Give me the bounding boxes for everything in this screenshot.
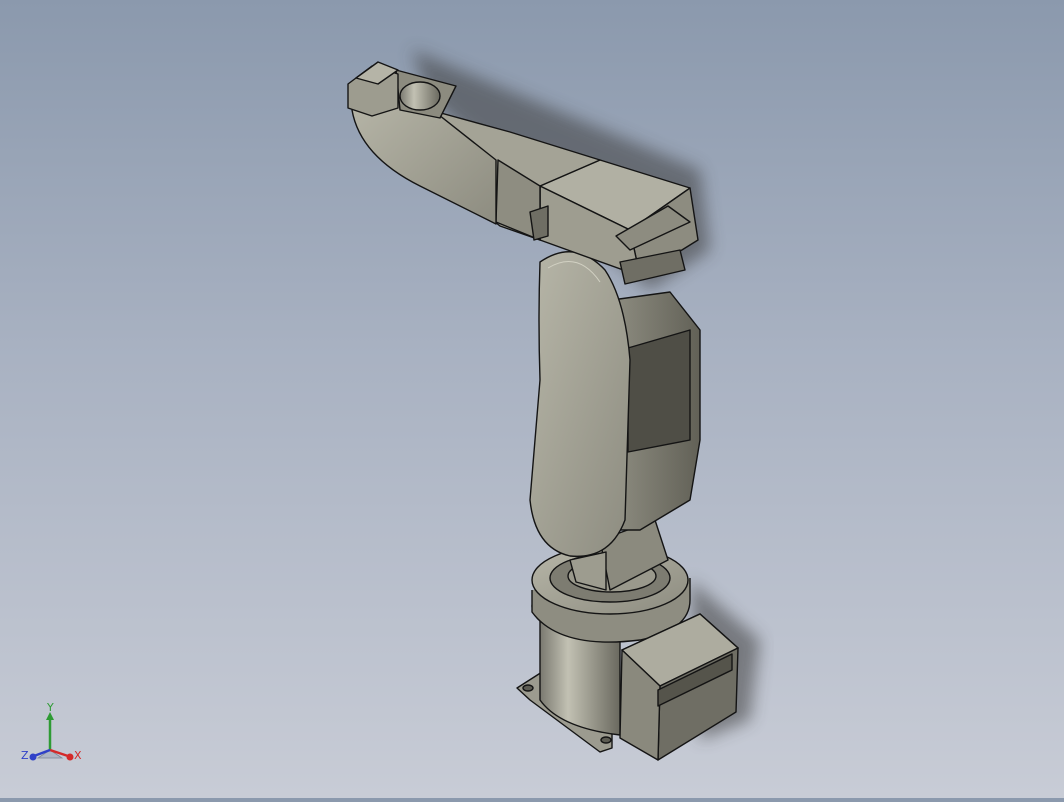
x-axis-label: X: [74, 749, 82, 762]
lower-arm: [529, 251, 701, 558]
z-axis-head: [29, 753, 37, 761]
model-viewport[interactable]: [0, 0, 1064, 798]
x-axis-head: [66, 753, 74, 761]
y-axis-label: Y: [47, 701, 54, 714]
z-axis-label: Z: [21, 749, 29, 762]
robot-arm-model[interactable]: [0, 0, 1064, 798]
coordinate-triad: Y X Z: [18, 702, 88, 772]
